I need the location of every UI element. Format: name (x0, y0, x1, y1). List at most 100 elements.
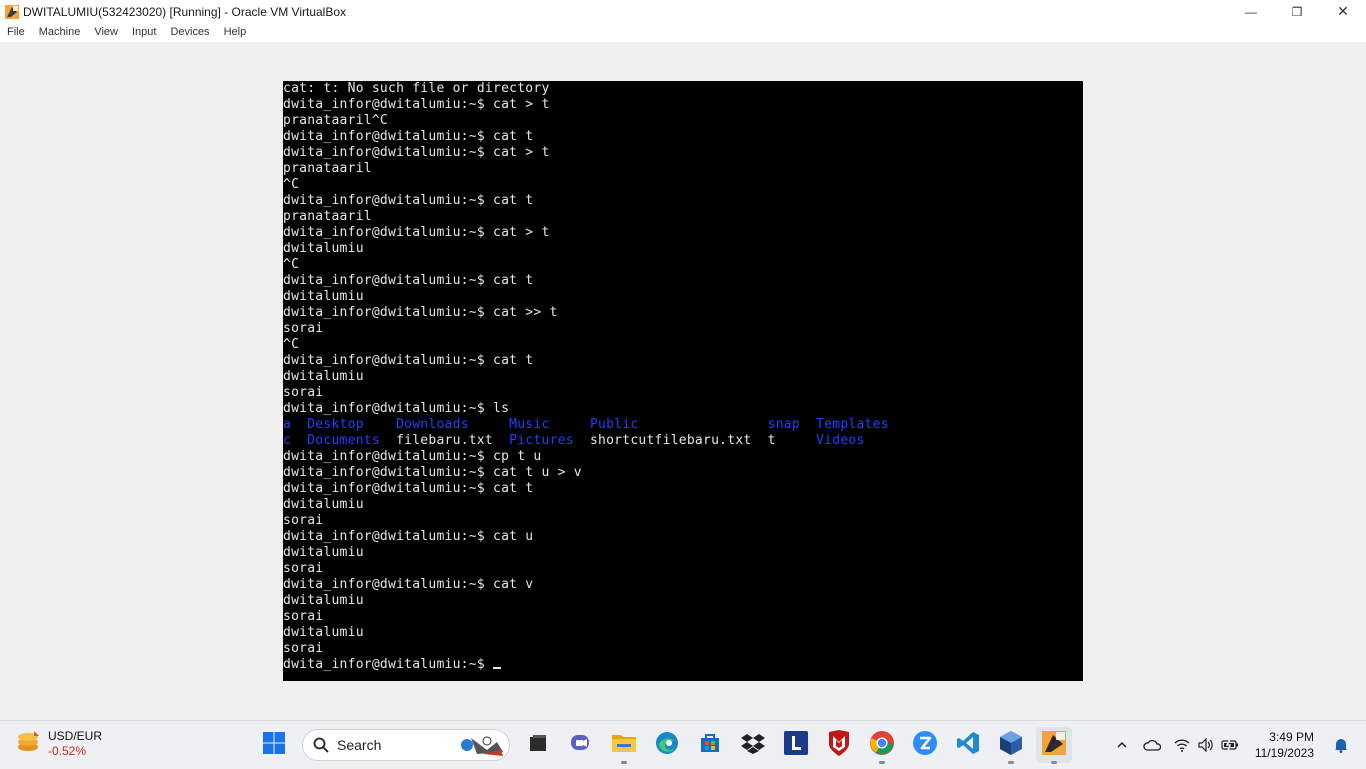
vscode-icon (956, 731, 980, 760)
volume-icon[interactable] (1195, 734, 1217, 756)
system-tray: 3:49 PM 11/19/2023 (1111, 721, 1366, 769)
vm-terminal-screen[interactable]: cat: t: No such file or directory dwita_i… (283, 81, 1083, 681)
running-indicator (621, 761, 627, 764)
start-button[interactable] (256, 727, 292, 763)
terminal-line: dwita_infor@dwitalumiu:~$ cat u (283, 529, 534, 544)
ls-directory-entry: snap (767, 417, 817, 432)
taskbar-store[interactable] (692, 727, 728, 763)
terminal-line: dwitalumiu (283, 497, 364, 512)
taskbar-clock[interactable]: 3:49 PM 11/19/2023 (1255, 729, 1314, 761)
menu-view[interactable]: View (87, 23, 125, 42)
taskbar-zoom[interactable] (907, 727, 943, 763)
edge-icon (654, 730, 680, 761)
ls-directory-entry: Pictures (509, 433, 590, 448)
search-label: Search (337, 737, 382, 753)
terminal-line: dwita_infor@dwitalumiu:~$ cp t u (283, 449, 542, 464)
taskbar-virtualbox[interactable] (993, 727, 1029, 764)
terminal-line: dwita_infor@dwitalumiu:~$ cat >> t (283, 305, 558, 320)
terminal-prompt-line: dwita_infor@dwitalumiu:~$ (283, 657, 1083, 673)
taskbar-mcafee[interactable] (821, 727, 857, 763)
terminal-line: dwita_infor@dwitalumiu:~$ cat t (283, 193, 534, 208)
taskbar-dropbox[interactable] (735, 727, 771, 763)
restore-button[interactable]: ❐ (1274, 0, 1320, 23)
mcafee-icon (827, 729, 851, 761)
terminal-line: pranataaril (283, 161, 372, 176)
ls-file-entry: filebaru.txt (396, 433, 510, 448)
terminal-line: dwita_infor@dwitalumiu:~$ cat t u > v (283, 465, 582, 480)
clock-time: 3:49 PM (1269, 730, 1314, 744)
weather-finance-widget[interactable]: USD/EUR -0.52% (14, 727, 102, 760)
terminal-prompt: dwita_infor@dwitalumiu:~$ (283, 657, 493, 672)
terminal-line: dwita_infor@dwitalumiu:~$ cat t (283, 353, 534, 368)
terminal-line: dwitalumiu (283, 369, 364, 384)
taskbar-edge[interactable] (649, 727, 685, 763)
menu-help[interactable]: Help (217, 23, 254, 42)
terminal-line: dwita_infor@dwitalumiu:~$ cat t (283, 129, 534, 144)
menu-input[interactable]: Input (125, 23, 163, 42)
menu-devices[interactable]: Devices (163, 23, 216, 42)
terminal-line: dwita_infor@dwitalumiu:~$ ls (283, 401, 510, 416)
virtualbox-app-icon (4, 4, 20, 20)
window-titlebar[interactable]: DWITALUMIU(532423020) [Running] - Oracle… (0, 0, 1366, 23)
widget-title: USD/EUR (48, 728, 103, 743)
terminal-line: dwitalumiu (283, 289, 364, 304)
ls-output-row: a Desktop Downloads Music Public snap Te… (283, 417, 1083, 433)
terminal-line: dwita_infor@dwitalumiu:~$ cat t (283, 273, 534, 288)
taskbar-search[interactable]: Search (302, 729, 510, 761)
terminal-line: dwita_infor@dwitalumiu:~$ cat > t (283, 97, 550, 112)
onedrive-icon[interactable] (1141, 734, 1163, 756)
terminal-line: dwitalumiu (283, 625, 364, 640)
search-highlight-icon (457, 732, 505, 763)
wifi-icon[interactable] (1171, 734, 1193, 756)
store-icon (698, 731, 722, 760)
chevron-up-icon[interactable] (1111, 734, 1133, 756)
running-indicator (879, 761, 885, 764)
window-title: DWITALUMIU(532423020) [Running] - Oracle… (23, 4, 347, 19)
currency-icon (14, 727, 42, 760)
menu-file[interactable]: File (0, 23, 32, 42)
clock-date: 11/19/2023 (1254, 746, 1314, 760)
menu-machine[interactable]: Machine (32, 23, 88, 42)
taskbar-chrome[interactable] (864, 727, 900, 764)
ls-directory-entry: Music (509, 417, 590, 432)
close-button[interactable]: ✕ (1320, 0, 1366, 23)
folder-icon (611, 731, 637, 760)
taskbar-chat[interactable] (563, 727, 599, 763)
terminal-line: ^C (283, 337, 300, 352)
terminal-line: dwitalumiu (283, 545, 364, 560)
terminal-line: dwita_infor@dwitalumiu:~$ cat > t (283, 145, 550, 160)
running-indicator (1051, 761, 1057, 764)
text-cursor (493, 667, 501, 669)
virtualbox-icon (998, 730, 1024, 761)
taskbar-launcher-l[interactable] (778, 727, 814, 763)
taskbar-virtualbox-vm[interactable] (1036, 727, 1072, 764)
zoom-icon (912, 730, 938, 761)
vm-menubar: File Machine View Input Devices Help (0, 23, 1366, 42)
terminal-line: pranataaril^C (283, 113, 388, 128)
taskbar-vscode[interactable] (950, 727, 986, 763)
ls-directory-entry: Desktop (307, 417, 397, 432)
taskbar: USD/EUR -0.52% Search 3:49 PM 11/19/2023 (0, 720, 1366, 768)
terminal-line: sorai (283, 561, 324, 576)
terminal-line: ^C (283, 257, 300, 272)
running-indicator (1008, 761, 1014, 764)
widget-value: -0.52% (48, 743, 87, 758)
terminal-line: cat: t: No such file or directory (283, 81, 550, 96)
file-manager-icon (527, 732, 549, 759)
taskbar-file-manager[interactable] (520, 727, 556, 763)
battery-icon[interactable] (1219, 734, 1241, 756)
chrome-icon (869, 730, 895, 761)
taskbar-file-explorer[interactable] (606, 727, 642, 764)
terminal-line: dwita_infor@dwitalumiu:~$ cat v (283, 577, 534, 592)
ls-file-entry: shortcutfilebaru.txt (589, 433, 768, 448)
terminal-line: dwitalumiu (283, 593, 364, 608)
ls-file-entry: t (767, 433, 817, 448)
ls-directory-entry: Downloads (396, 417, 510, 432)
minimize-button[interactable]: — (1228, 0, 1274, 23)
notification-bell-icon[interactable] (1330, 734, 1352, 756)
terminal-line: ^C (283, 177, 300, 192)
terminal-line: dwita_infor@dwitalumiu:~$ cat > t (283, 225, 550, 240)
start-icon (262, 731, 286, 760)
terminal-line: sorai (283, 641, 324, 656)
ls-directory-entry: Videos (816, 433, 865, 448)
